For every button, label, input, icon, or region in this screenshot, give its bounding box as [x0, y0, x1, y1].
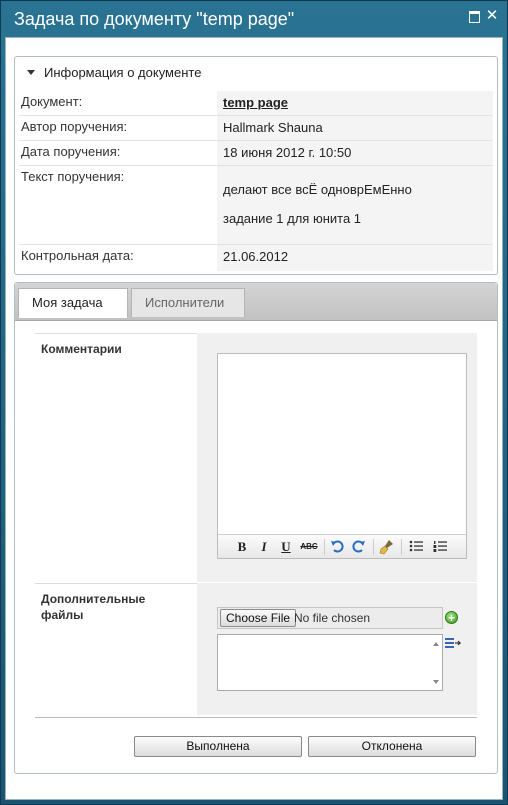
task-tabs-panel: Моя задача Исполнители Комментарии B I U… — [14, 282, 498, 774]
strikethrough-icon[interactable]: ABC — [298, 539, 320, 555]
info-row-date: Дата поручения: 18 июня 2012 г. 10:50 — [19, 141, 493, 166]
date-value: 18 июня 2012 г. 10:50 — [223, 145, 352, 160]
info-row-author: Автор поручения: Hallmark Shauna — [19, 116, 493, 141]
clear-format-icon[interactable] — [379, 539, 395, 555]
attach-list-icon[interactable] — [445, 637, 462, 651]
redo-icon[interactable] — [351, 539, 367, 555]
tab-executors[interactable]: Исполнители — [131, 288, 245, 317]
files-field-cell: Choose File No file chosen + — [197, 583, 477, 715]
info-row-due: Контрольная дата: 21.06.2012 — [19, 245, 493, 271]
attached-files-list[interactable] — [217, 634, 443, 691]
no-file-text: No file chosen — [294, 611, 371, 625]
complete-button[interactable]: Выполнена — [134, 736, 302, 757]
date-label: Дата поручения: — [21, 144, 121, 159]
scroll-down-icon[interactable] — [433, 680, 439, 684]
numbered-list-icon[interactable] — [432, 539, 448, 555]
document-link[interactable]: temp page — [223, 95, 288, 110]
task-text-line-1: делают все всЁ одноврЕмЕнно — [223, 182, 412, 197]
comments-label: Комментарии — [41, 342, 122, 356]
file-input[interactable]: Choose File No file chosen — [217, 607, 443, 629]
info-row-text: Текст поручения: делают все всЁ одноврЕм… — [19, 166, 493, 245]
files-label: Дополнительные файлы — [41, 591, 145, 623]
files-label-cell: Дополнительные файлы — [35, 583, 197, 715]
editor-toolbar: B I U ABC — [218, 534, 466, 558]
choose-file-button[interactable]: Choose File — [220, 609, 297, 627]
italic-icon[interactable]: I — [256, 539, 272, 555]
form-divider — [35, 717, 477, 718]
bold-icon[interactable]: B — [234, 539, 250, 555]
maximize-icon[interactable] — [467, 9, 481, 23]
comments-editor[interactable]: B I U ABC — [217, 353, 467, 559]
document-info-toggle[interactable]: Информация о документе — [27, 65, 201, 80]
underline-icon[interactable]: U — [278, 539, 294, 555]
task-text-label: Текст поручения: — [21, 169, 125, 184]
files-label-line-2: файлы — [41, 608, 84, 622]
document-info-header: Информация о документе — [44, 65, 202, 80]
document-info-panel: Информация о документе Документ: temp pa… — [14, 56, 498, 275]
task-dialog: Задача по документу "temp page" ✕ Информ… — [0, 0, 508, 805]
dialog-body: Информация о документе Документ: temp pa… — [5, 37, 503, 800]
collapse-arrow-icon — [27, 70, 35, 75]
task-text-line-2: задание 1 для юнита 1 — [223, 211, 362, 226]
comments-label-cell: Комментарии — [35, 333, 197, 582]
author-label: Автор поручения: — [21, 119, 128, 134]
due-date-value: 21.06.2012 — [223, 249, 289, 264]
author-value: Hallmark Shauna — [223, 120, 323, 135]
dialog-title: Задача по документу "temp page" — [14, 9, 295, 29]
undo-icon[interactable] — [329, 539, 345, 555]
reject-button[interactable]: Отклонена — [308, 736, 476, 757]
due-date-label: Контрольная дата: — [21, 248, 134, 263]
files-label-line-1: Дополнительные — [41, 592, 146, 606]
close-icon[interactable]: ✕ — [485, 8, 499, 23]
comments-field-cell: B I U ABC — [197, 333, 477, 582]
tab-bar: Моя задача Исполнители — [15, 283, 497, 321]
tab-my-task[interactable]: Моя задача — [18, 288, 128, 318]
add-file-icon[interactable]: + — [445, 611, 458, 624]
bulleted-list-icon[interactable] — [408, 539, 424, 555]
scroll-up-icon[interactable] — [433, 642, 439, 646]
document-label: Документ: — [21, 94, 83, 109]
info-row-document: Документ: temp page — [19, 91, 493, 116]
